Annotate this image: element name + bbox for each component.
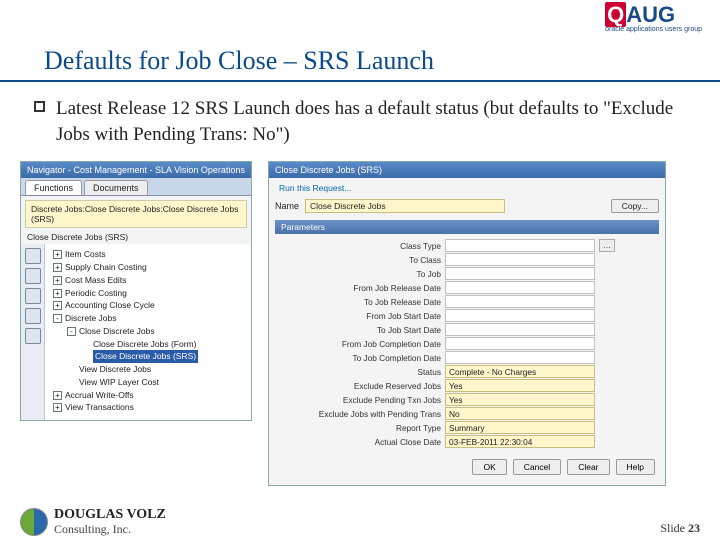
tree-node[interactable]: -Close Discrete Jobs <box>47 325 249 338</box>
param-label: Report Type <box>277 423 441 433</box>
tree-node[interactable]: View WIP Layer Cost <box>47 376 249 389</box>
param-label: To Class <box>277 255 441 265</box>
copy-button[interactable]: Copy... <box>611 199 659 213</box>
param-input[interactable]: 03-FEB-2011 22:30:04 <box>445 435 595 448</box>
tree-node[interactable]: +Item Costs <box>47 248 249 261</box>
param-row: Exclude Pending Txn Jobs Yes <box>277 393 657 406</box>
tree-node[interactable]: Close Discrete Jobs (Form) <box>47 338 249 351</box>
param-row: Class Type … <box>277 239 657 252</box>
tree-node[interactable]: +Cost Mass Edits <box>47 274 249 287</box>
oaug-logo: QOAUGAUG oracle applications users group <box>605 2 702 33</box>
param-row: To Job Completion Date <box>277 351 657 364</box>
param-label: Exclude Pending Txn Jobs <box>277 395 441 405</box>
run-request-link[interactable]: Run this Request... <box>275 181 659 196</box>
param-input[interactable]: Summary <box>445 421 595 434</box>
navigator-icon-bar <box>21 244 45 420</box>
tab-functions[interactable]: Functions <box>25 180 82 195</box>
param-input[interactable] <box>445 281 595 294</box>
navigator-tabs: Functions Documents <box>21 178 251 196</box>
param-input[interactable] <box>445 323 595 336</box>
param-row: To Class <box>277 253 657 266</box>
tree-node[interactable]: +Accrual Write-Offs <box>47 389 249 402</box>
param-input[interactable] <box>445 239 595 252</box>
srs-form-window: Close Discrete Jobs (SRS) Run this Reque… <box>268 161 666 486</box>
form-title: Close Discrete Jobs (SRS) <box>269 162 665 178</box>
bullet-text: Latest Release 12 SRS Launch does has a … <box>0 92 720 157</box>
param-row: From Job Start Date <box>277 309 657 322</box>
param-row: From Job Release Date <box>277 281 657 294</box>
tree-node[interactable]: +Supply Chain Costing <box>47 261 249 274</box>
param-label: Actual Close Date <box>277 437 441 447</box>
param-row: To Job <box>277 267 657 280</box>
param-label: From Job Completion Date <box>277 339 441 349</box>
tree-node[interactable]: +Accounting Close Cycle <box>47 299 249 312</box>
param-input[interactable] <box>445 309 595 322</box>
tree-node[interactable]: Close Discrete Jobs (SRS) <box>47 350 249 363</box>
navigator-tree: +Item Costs+Supply Chain Costing+Cost Ma… <box>45 244 251 420</box>
param-row: Exclude Reserved Jobs Yes <box>277 379 657 392</box>
param-label: Status <box>277 367 441 377</box>
param-label: To Job Release Date <box>277 297 441 307</box>
tab-documents[interactable]: Documents <box>84 180 148 195</box>
parameters-header: Parameters <box>275 220 659 234</box>
tree-node[interactable]: +Periodic Costing <box>47 287 249 300</box>
parameters-fields: Class Type … To Class To Job From Job Releas… <box>275 234 659 453</box>
param-input[interactable]: No <box>445 407 595 420</box>
param-label: From Job Release Date <box>277 283 441 293</box>
navigator-title: Navigator - Cost Management - SLA Vision… <box>21 162 251 178</box>
param-row: To Job Start Date <box>277 323 657 336</box>
oaug-subtitle: oracle applications users group <box>605 26 702 33</box>
param-input[interactable] <box>445 337 595 350</box>
param-input[interactable]: Yes <box>445 379 595 392</box>
navigator-window: Navigator - Cost Management - SLA Vision… <box>20 161 252 421</box>
param-input[interactable] <box>445 351 595 364</box>
navigator-breadcrumb: Discrete Jobs:Close Discrete Jobs:Close … <box>25 200 247 228</box>
param-row: Report Type Summary <box>277 421 657 434</box>
cancel-button[interactable]: Cancel <box>513 459 561 475</box>
name-field[interactable]: Close Discrete Jobs <box>305 199 505 213</box>
bullet-icon <box>34 101 45 112</box>
tree-node[interactable]: +View Transactions <box>47 401 249 414</box>
tree-node[interactable]: View Discrete Jobs <box>47 363 249 376</box>
slide-title: Defaults for Job Close – SRS Launch <box>0 36 720 82</box>
param-label: Exclude Jobs with Pending Trans <box>277 409 441 419</box>
param-row: Actual Close Date 03-FEB-2011 22:30:04 <box>277 435 657 448</box>
param-input[interactable] <box>445 267 595 280</box>
param-input[interactable]: Yes <box>445 393 595 406</box>
param-label: From Job Start Date <box>277 311 441 321</box>
param-label: Exclude Reserved Jobs <box>277 381 441 391</box>
company-logo: DOUGLAS VOLZ Consulting, Inc. <box>20 508 166 536</box>
tree-node[interactable]: -Discrete Jobs <box>47 312 249 325</box>
param-row: Status Complete - No Charges <box>277 365 657 378</box>
param-input[interactable] <box>445 253 595 266</box>
slide-number: Slide 23 <box>660 521 700 536</box>
param-label: Class Type <box>277 241 441 251</box>
param-input[interactable] <box>445 295 595 308</box>
ok-button[interactable]: OK <box>472 459 506 475</box>
clear-button[interactable]: Clear <box>567 459 609 475</box>
navigator-root: Close Discrete Jobs (SRS) <box>21 232 251 244</box>
param-row: Exclude Jobs with Pending Trans No <box>277 407 657 420</box>
param-label: To Job <box>277 269 441 279</box>
name-label: Name <box>275 201 299 211</box>
lov-button[interactable]: … <box>599 239 615 252</box>
param-label: To Job Start Date <box>277 325 441 335</box>
param-input[interactable]: Complete - No Charges <box>445 365 595 378</box>
param-row: From Job Completion Date <box>277 337 657 350</box>
param-label: To Job Completion Date <box>277 353 441 363</box>
help-button[interactable]: Help <box>616 459 655 475</box>
param-row: To Job Release Date <box>277 295 657 308</box>
